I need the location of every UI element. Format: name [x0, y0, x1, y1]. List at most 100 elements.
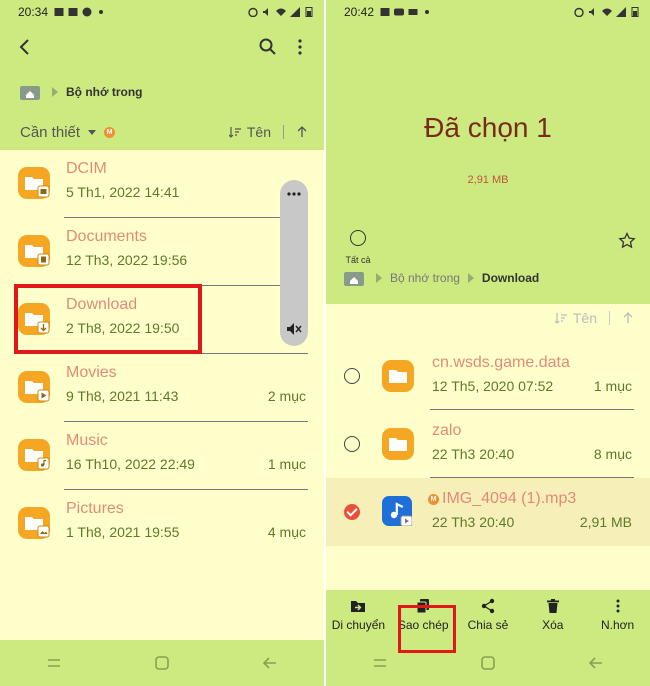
pictures-folder-icon	[18, 507, 50, 539]
music-file-icon	[382, 496, 413, 527]
signal-icon	[616, 7, 626, 17]
back-nav-icon[interactable]	[261, 654, 279, 672]
delete-button[interactable]: Xóa	[520, 590, 585, 640]
sort-row: Cần thiết M Tên	[0, 114, 324, 150]
item-count: 1 mục	[593, 378, 632, 394]
folder-icon	[382, 428, 414, 460]
bottom-action-bar: Di chuyển Sao chép Chia sẻ Xóa N.hơn	[326, 590, 650, 640]
back-nav-icon[interactable]	[587, 654, 605, 672]
home-folder-icon[interactable]	[344, 270, 364, 286]
wifi-icon	[276, 8, 286, 16]
breadcrumb: Bộ nhớ trong Download	[344, 270, 539, 286]
folder-date: 12 Th3, 2022 19:56	[66, 252, 188, 268]
list-item-pictures[interactable]: Pictures 1 Th8, 2021 19:55 4 mục	[0, 490, 324, 558]
arrow-up-icon[interactable]	[296, 126, 308, 138]
selection-header: Đã chọn 1 2,91 MB Tất cả Bộ nhớ trong Do…	[326, 24, 650, 304]
volume-mute-icon[interactable]	[286, 322, 302, 336]
sort-control[interactable]: Tên	[228, 124, 308, 140]
sort-control: Tên	[554, 310, 634, 326]
music-folder-icon	[18, 439, 50, 471]
sort-by-label[interactable]: Tên	[247, 124, 271, 140]
move-button[interactable]: Di chuyển	[326, 590, 391, 640]
recents-icon[interactable]	[371, 654, 389, 672]
more-options-icon[interactable]	[290, 37, 310, 57]
breadcrumb: Bộ nhớ trong	[0, 70, 324, 114]
status-bar: 20:42	[326, 0, 650, 24]
folder-name: DCIM	[66, 160, 107, 177]
more-button[interactable]: N.hơn	[585, 590, 650, 640]
status-time: 20:42	[344, 5, 375, 19]
divider	[283, 125, 284, 139]
documents-folder-icon	[18, 235, 50, 267]
dot-icon	[425, 10, 430, 14]
folder-count: 1 mục	[267, 456, 306, 472]
breadcrumb-current[interactable]: Bộ nhớ trong	[66, 85, 143, 99]
home-button-icon[interactable]	[153, 654, 171, 672]
move-icon	[351, 601, 366, 612]
folder-count: 4 mục	[267, 524, 306, 540]
select-all-checkbox[interactable]	[350, 230, 366, 246]
face-icon	[82, 7, 92, 17]
item-count: 8 mục	[593, 446, 632, 462]
youtube-icon	[394, 8, 405, 16]
movies-folder-icon	[18, 371, 50, 403]
folder-date: 1 Th8, 2021 19:55	[66, 524, 180, 540]
folder-date: 16 Th10, 2022 22:49	[66, 456, 195, 472]
list-item-dcim[interactable]: DCIM 5 Th1, 2022 14:41 5 m	[0, 150, 324, 218]
folder-name: Pictures	[66, 500, 124, 517]
image-icon	[380, 8, 390, 16]
list-item-folder[interactable]: cn.wsds.game.data 12 Th5, 2020 07:52 1 m…	[326, 342, 650, 410]
status-icons-right	[248, 7, 314, 17]
select-all-button[interactable]: Tất cả	[338, 230, 378, 268]
breadcrumb-arrow-icon	[52, 87, 58, 97]
list-item-documents[interactable]: Documents 12 Th3, 2022 19:56 1 m	[0, 218, 324, 286]
folder-name: Documents	[66, 228, 147, 245]
search-icon[interactable]	[258, 37, 278, 57]
breadcrumb-root[interactable]: Bộ nhớ trong	[390, 271, 460, 285]
sort-icon	[228, 127, 241, 138]
music-note-icon	[390, 502, 413, 527]
mute-status-icon	[263, 8, 268, 16]
delete-label: Xóa	[542, 618, 564, 632]
top-bar	[0, 24, 324, 70]
chevron-down-icon[interactable]	[88, 129, 97, 135]
item-name-wrap: M IMG_4094 (1).mp3	[428, 490, 576, 508]
right-screen: 20:42 Đã chọn 1 2,91 MB Tất cả Bộ nhớ tr…	[326, 0, 650, 686]
navigation-bar	[0, 640, 324, 686]
item-checkbox-checked[interactable]	[344, 504, 360, 520]
navigation-bar	[326, 640, 650, 686]
status-time: 20:34	[18, 5, 49, 19]
item-checkbox[interactable]	[344, 368, 360, 384]
folder-count: 2 mục	[267, 388, 306, 404]
recents-icon[interactable]	[45, 654, 63, 672]
folder-date: 9 Th8, 2021 11:43	[66, 388, 179, 404]
mail-icon	[408, 9, 418, 15]
item-date: 22 Th3 20:40	[432, 446, 515, 462]
item-checkbox[interactable]	[344, 436, 360, 452]
floating-volume-panel[interactable]	[280, 180, 308, 346]
list-item-movies[interactable]: Movies 9 Th8, 2021 11:43 2 mục	[0, 354, 324, 422]
alarm-icon	[574, 7, 584, 17]
more-horizontal-icon[interactable]	[287, 192, 301, 196]
signal-icon	[290, 7, 300, 17]
back-arrow-icon[interactable]	[14, 36, 36, 58]
list-item-file-selected[interactable]: M IMG_4094 (1).mp3 22 Th3 20:40 2,91 MB	[326, 478, 650, 546]
battery-icon	[631, 7, 639, 17]
home-button-icon[interactable]	[479, 654, 497, 672]
share-button[interactable]: Chia sẻ	[456, 590, 521, 640]
sort-icon	[554, 313, 567, 324]
home-folder-icon[interactable]	[20, 84, 40, 100]
battery-icon	[305, 7, 313, 17]
list-item-folder[interactable]: zalo 22 Th3 20:40 8 mục	[326, 410, 650, 478]
list-item-music[interactable]: Music 16 Th10, 2022 22:49 1 mục	[0, 422, 324, 490]
star-icon[interactable]	[618, 232, 636, 250]
breadcrumb-current[interactable]: Download	[482, 271, 539, 285]
move-label: Di chuyển	[331, 618, 386, 632]
filter-dropdown-label[interactable]: Cần thiết	[20, 124, 80, 141]
status-icons-right	[574, 7, 640, 17]
selection-size: 2,91 MB	[467, 174, 509, 186]
alarm-icon	[248, 7, 258, 17]
mute-status-icon	[589, 8, 594, 16]
image-icon	[68, 8, 78, 16]
arrow-up-icon	[623, 312, 633, 323]
